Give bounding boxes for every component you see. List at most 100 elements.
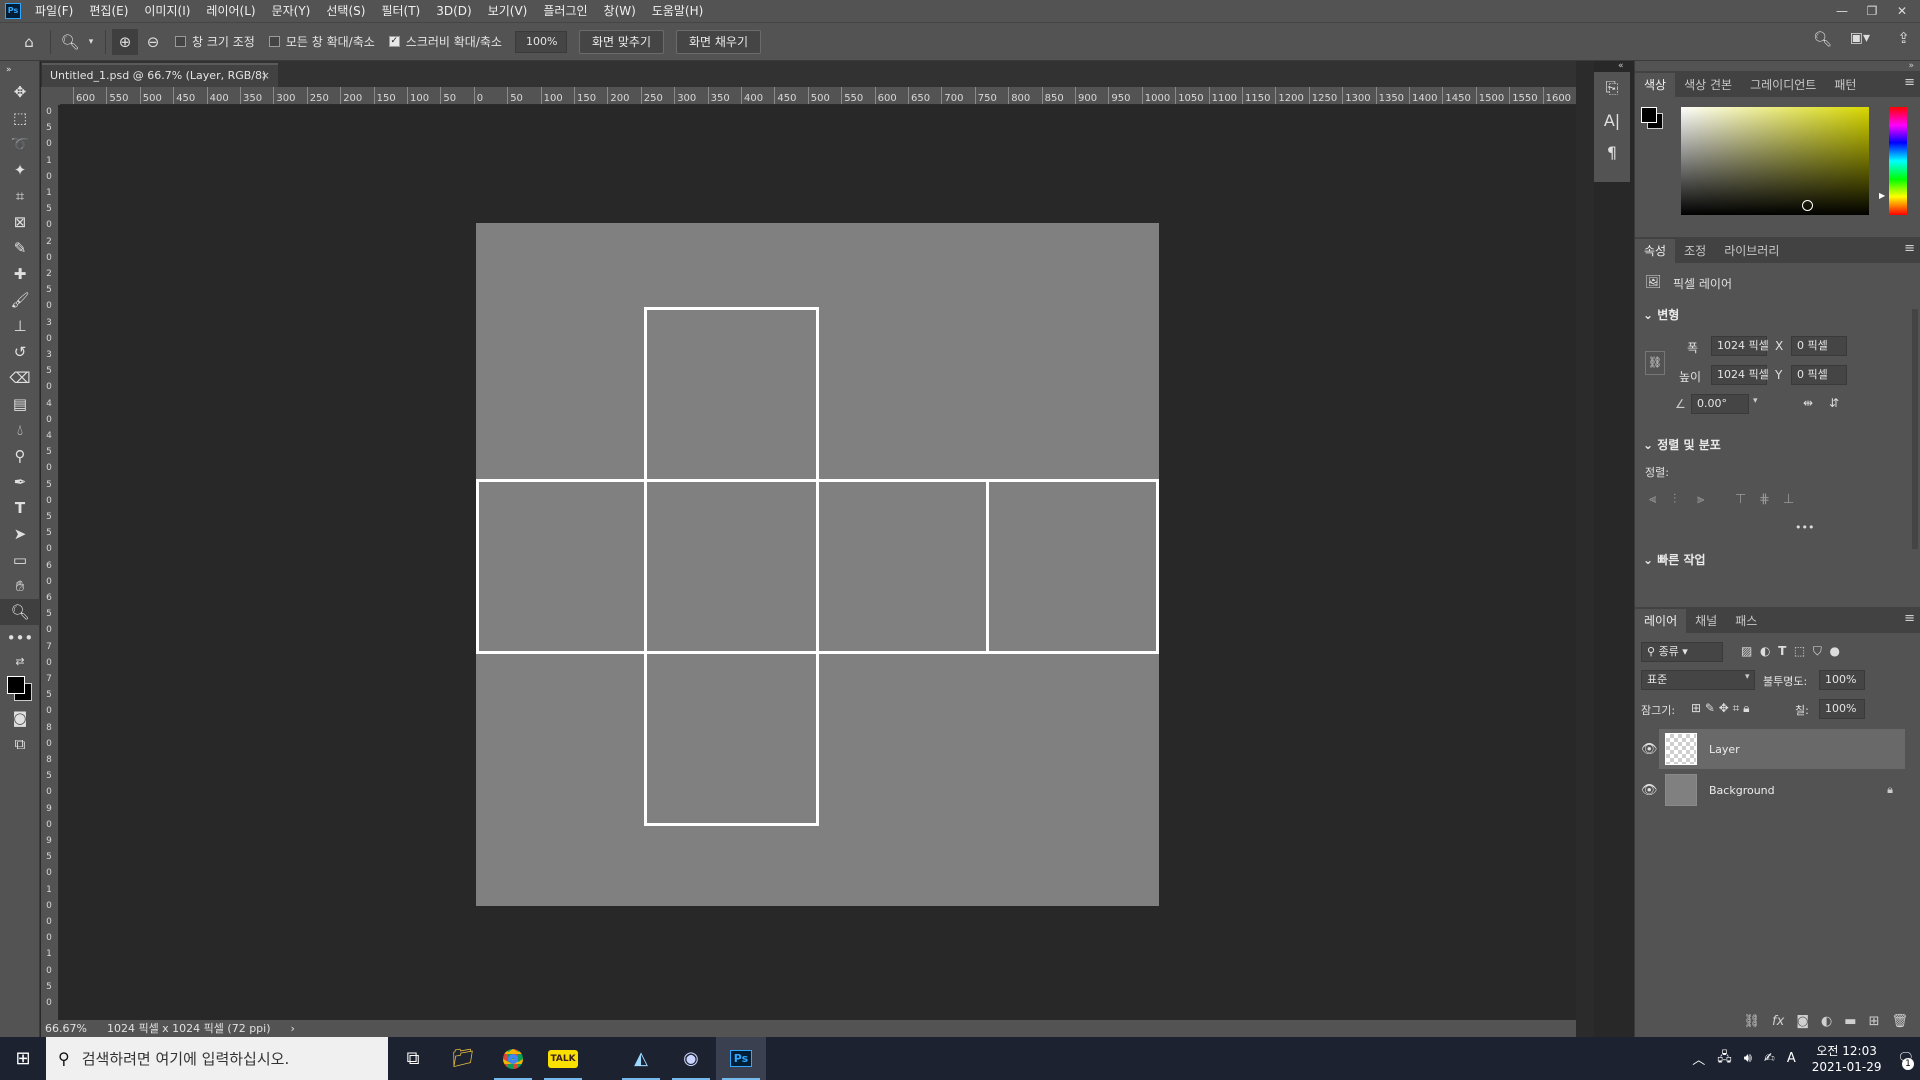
blur-tool-icon[interactable]: 💧︎ [0,417,40,443]
lock-icon[interactable]: 🔒︎ [1887,783,1893,797]
new-layer-icon[interactable]: ⊞ [1869,1014,1880,1029]
foreground-color-swatch[interactable] [1641,107,1657,123]
eyedropper-tool-icon[interactable]: ✎ [0,235,40,261]
menu-edit[interactable]: 편집(E) [81,0,136,22]
align-left-icon[interactable]: ⫷ [1649,492,1656,507]
lock-icons[interactable]: ⊞ ✎ ✥ ⌗ 🔒︎ [1691,701,1750,716]
document-canvas[interactable] [476,223,1159,906]
document-info[interactable]: 1024 픽셀 x 1024 픽셀 (72 ppi) [107,1020,271,1037]
width-field[interactable]: 1024 픽셀 [1711,336,1769,356]
hand-tool-icon[interactable]: ✋︎ [0,573,40,599]
adjustment-layer-icon[interactable]: ◐ [1821,1014,1832,1029]
marquee-tool-icon[interactable]: ⬚ [0,105,40,131]
eye-icon[interactable]: 👁︎ [1641,742,1658,757]
horizontal-ruler[interactable]: 600 550 500 450 400 350 300 250 200 150 100 50 0 50 10… [60,87,1576,105]
zoom-in-icon[interactable]: ⊕ [112,28,138,55]
pen-tool-icon[interactable]: ✒ [0,469,40,495]
angle-field[interactable]: 0.00° [1691,394,1749,414]
workspace-icon[interactable]: ▣▾ [1850,30,1870,46]
chevron-down-icon[interactable]: ▾ [1753,396,1758,406]
rectangle-tool-icon[interactable]: ▭ [0,547,40,573]
zoom-all-windows-checkbox[interactable]: 모든 창 확대/축소 [268,33,375,50]
tab-paths[interactable]: 패스 [1726,609,1766,633]
share-icon[interactable]: ⇪ [1897,29,1910,47]
clock[interactable]: 오전 12:03 2021-01-29 [1812,1043,1882,1075]
healing-brush-tool-icon[interactable]: ✚ [0,261,40,287]
swap-colors-icon[interactable]: ⇄ [0,651,40,671]
chevron-down-icon[interactable]: ▾ [85,29,97,55]
opacity-field[interactable]: 100% [1819,670,1865,690]
link-icon[interactable]: ⛓ [1744,1014,1761,1029]
resize-windows-checkbox[interactable]: 창 크기 조정 [175,33,255,50]
minimize-icon[interactable]: — [1828,0,1856,22]
y-field[interactable]: 0 픽셀 [1791,365,1847,385]
path-selection-tool-icon[interactable]: ➤ [0,521,40,547]
transform-section-header[interactable]: ⌄ 변형 [1643,306,1679,323]
tab-swatches[interactable]: 색상 견본 [1675,73,1741,97]
crop-tool-icon[interactable]: ⌗ [0,183,40,209]
tab-color[interactable]: 색상 [1635,73,1676,97]
panel-menu-icon[interactable]: ≡ [1904,75,1915,90]
expand-panels-icon[interactable]: » [1908,61,1914,71]
fx-icon[interactable]: fx [1772,1014,1784,1029]
menu-layer[interactable]: 레이어(L) [198,0,263,22]
volume-icon[interactable]: 🔊︎ [1744,1051,1752,1066]
panel-menu-icon[interactable]: ≡ [1904,241,1915,256]
clone-stamp-tool-icon[interactable]: ⊥ [0,313,40,339]
eye-icon[interactable]: 👁︎ [1641,783,1658,798]
align-right-icon[interactable]: ⫸ [1697,492,1704,507]
gradient-tool-icon[interactable]: ▤ [0,391,40,417]
frame-tool-icon[interactable]: ⊠ [0,209,40,235]
link-dimensions-icon[interactable]: ⛓ [1645,351,1665,375]
taskbar-search[interactable]: ⚲ 검색하려면 여기에 입력하십시오. [46,1037,388,1080]
cinema4d-icon[interactable]: ◉ [666,1037,716,1080]
character-panel-icon[interactable]: A| [1594,104,1630,136]
menu-filter[interactable]: 필터(T) [373,0,428,22]
trash-icon[interactable]: 🗑︎ [1891,1014,1908,1029]
photoshop-taskbar-icon[interactable]: Ps [716,1037,766,1080]
flip-horizontal-icon[interactable]: ⇹ [1803,396,1813,410]
file-explorer-icon[interactable]: 📁︎ [438,1037,488,1080]
blend-mode-select[interactable]: 표준 [1641,670,1755,690]
more-options-icon[interactable]: ••• [1795,521,1814,534]
scrubby-zoom-checkbox[interactable]: ✓ 스크러비 확대/축소 [388,33,502,50]
hue-slider[interactable] [1889,107,1907,215]
flip-vertical-icon[interactable]: ⇵ [1829,396,1839,410]
align-center-icon[interactable]: ⫶ [1673,492,1676,507]
align-bottom-icon[interactable]: ⊥ [1783,492,1794,507]
tab-properties[interactable]: 속성 [1635,239,1676,263]
screen-mode-icon[interactable]: ⧉ [0,731,40,757]
menu-type[interactable]: 문자(Y) [264,0,319,22]
history-brush-tool-icon[interactable]: ↺ [0,339,40,365]
align-middle-icon[interactable]: ⋕ [1759,492,1770,507]
chrome-icon[interactable] [488,1037,538,1080]
chevron-right-icon[interactable]: › [291,1020,295,1037]
ruler-origin[interactable] [41,87,60,105]
x-field[interactable]: 0 픽셀 [1791,336,1847,356]
notes-app-icon[interactable]: ◭ [616,1037,666,1080]
fill-screen-button[interactable]: 화면 채우기 [676,29,762,54]
properties-scrollbar[interactable] [1912,309,1918,549]
tab-channels[interactable]: 채널 [1686,609,1726,633]
color-swatches[interactable] [0,671,40,705]
fill-field[interactable]: 100% [1819,699,1865,719]
network-icon[interactable]: 🖧︎ [1717,1048,1732,1070]
mask-icon[interactable]: ◙ [1796,1014,1809,1029]
history-panel-icon[interactable]: ⎘ [1594,72,1630,104]
vertical-ruler[interactable]: 0 5 0 1 0 1 5 0 2 0 2 5 0 3 0 3 5 0 4 0 4 5 0 5 0 5 5 0 6 0 6 5 0 7 0 7 5 0 8 0… [41,105,59,1020]
layer-row[interactable]: 👁︎ Background 🔒︎ [1641,770,1905,810]
collapse-dock-icon[interactable]: « [1618,61,1624,71]
task-view-icon[interactable]: ⧉ [388,1037,438,1080]
collapse-arrows-icon[interactable]: » [0,61,40,79]
brush-tool-icon[interactable]: 🖌︎ [0,287,40,313]
zoom-level[interactable]: 66.67% [45,1020,87,1037]
chevron-up-icon[interactable]: ︿ [1692,1049,1705,1068]
quick-mask-icon[interactable]: ◙ [0,705,40,731]
menu-image[interactable]: 이미지(I) [136,0,198,22]
fit-screen-button[interactable]: 화면 맞추기 [578,29,664,54]
magic-wand-tool-icon[interactable]: ✦ [0,157,40,183]
home-icon[interactable]: ⌂ [16,29,42,55]
document-tab[interactable]: Untitled_1.psd @ 66.7% (Layer, RGB/8) × [42,63,278,87]
menu-help[interactable]: 도움말(H) [644,0,712,22]
menu-3d[interactable]: 3D(D) [428,0,479,22]
